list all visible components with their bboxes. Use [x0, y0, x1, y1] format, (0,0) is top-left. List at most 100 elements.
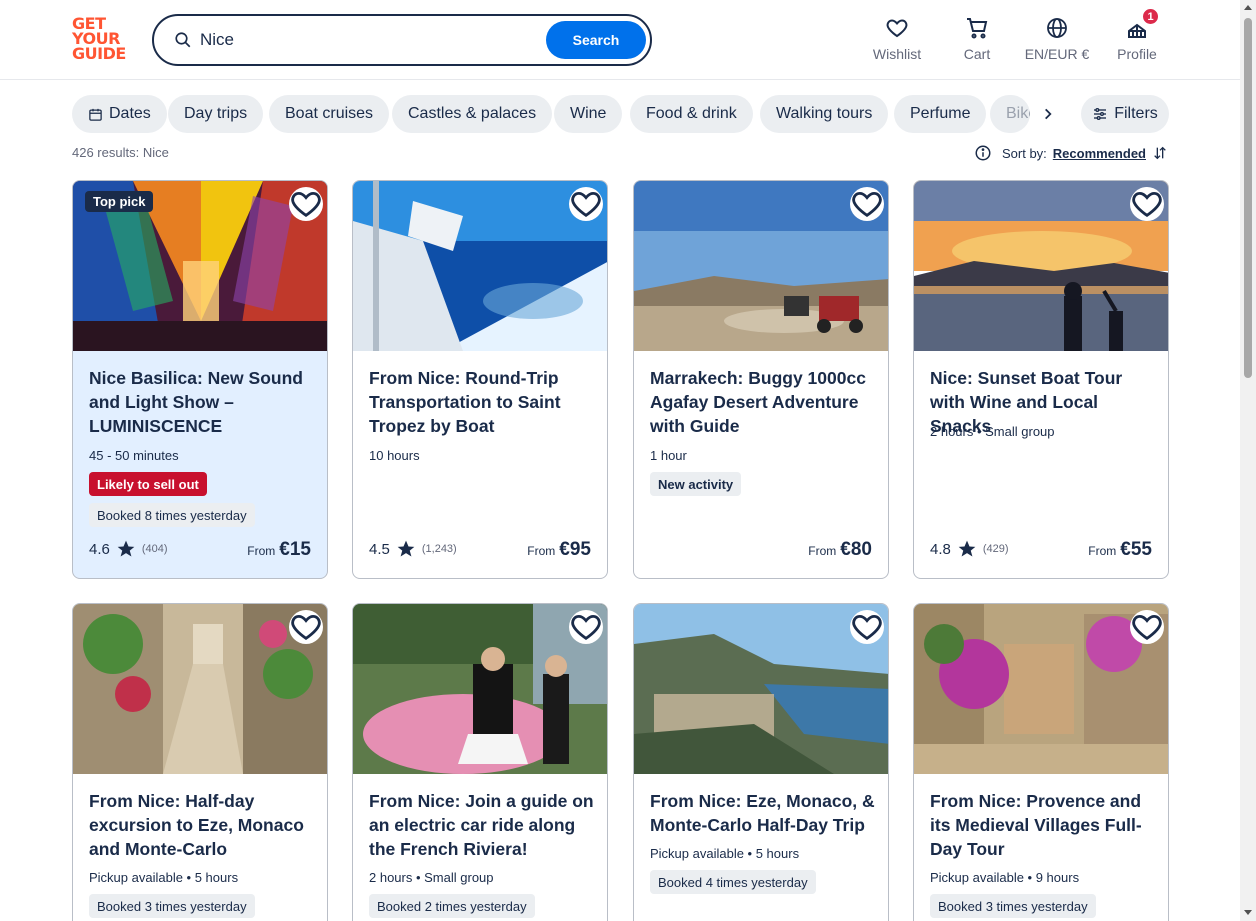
activity-title[interactable]: From Nice: Eze, Monaco, & Monte-Carlo Ha… — [650, 789, 876, 837]
activity-duration: 2 hours • Small group — [930, 424, 1055, 439]
chip-wine[interactable]: Wine — [554, 95, 623, 133]
booked-count-badge: Booked 4 times yesterday — [650, 870, 816, 894]
wishlist-button[interactable] — [850, 610, 884, 644]
activity-image-electric-car[interactable] — [353, 604, 607, 774]
calendar-icon — [89, 108, 102, 121]
chip-bike[interactable]: Bike — [990, 95, 1030, 133]
sliders-icon — [1094, 108, 1107, 120]
activity-title[interactable]: From Nice: Provence and its Medieval Vil… — [930, 789, 1156, 861]
price-value: €15 — [279, 539, 311, 560]
nav-profile[interactable]: Profile 1 — [1097, 7, 1177, 66]
chip-castles-palaces[interactable]: Castles & palaces — [392, 95, 553, 133]
nav-language-currency[interactable]: EN/EUR € — [1017, 16, 1097, 66]
activity-card[interactable]: Nice: Sunset Boat Tour with Wine and Loc… — [913, 180, 1169, 579]
activity-image-basilica[interactable]: Top pick — [73, 181, 327, 351]
filters-button[interactable]: Filters — [1081, 95, 1169, 133]
wishlist-button[interactable] — [1130, 610, 1164, 644]
nav-cart[interactable]: Cart — [937, 16, 1017, 66]
activity-title[interactable]: From Nice: Round-Trip Transportation to … — [369, 366, 595, 438]
nav-wishlist[interactable]: Wishlist — [857, 16, 937, 66]
chips-next-arrow[interactable] — [1033, 98, 1063, 130]
search-input[interactable] — [200, 28, 530, 52]
activity-title[interactable]: From Nice: Half-day excursion to Eze, Mo… — [89, 789, 315, 861]
booked-count-badge: Booked 3 times yesterday — [89, 894, 255, 918]
wishlist-button[interactable] — [569, 187, 603, 221]
sort-bar: Sort by: Recommended — [974, 144, 1168, 162]
top-pick-badge: Top pick — [85, 191, 154, 212]
logo-line-guide: GUIDE — [72, 44, 126, 63]
heart-icon — [1132, 614, 1162, 641]
activity-price: From €80 — [808, 539, 872, 561]
nav-profile-label: Profile — [1117, 46, 1157, 62]
activity-title[interactable]: Nice Basilica: New Sound and Light Show … — [89, 366, 315, 438]
activity-image-monaco-coast[interactable] — [634, 604, 888, 774]
scroll-down-arrow[interactable] — [1244, 910, 1252, 915]
activity-image-boat[interactable] — [353, 181, 607, 351]
activity-details: Pickup available • 5 hours — [650, 846, 800, 861]
activity-card[interactable]: From Nice: Round-Trip Transportation to … — [352, 180, 608, 579]
activity-details: Pickup available • 9 hours — [930, 870, 1080, 885]
price-from-label: From — [527, 544, 556, 558]
wishlist-button[interactable] — [289, 610, 323, 644]
activity-image-desert-buggy[interactable] — [634, 181, 888, 351]
activity-duration: 1 hour — [650, 448, 687, 463]
scroll-up-arrow[interactable] — [1244, 5, 1252, 10]
price-from-label: From — [808, 544, 837, 558]
activity-title[interactable]: From Nice: Join a guide on an electric c… — [369, 789, 595, 861]
activity-title[interactable]: Marrakech: Buggy 1000cc Agafay Desert Ad… — [650, 366, 876, 438]
activity-card[interactable]: From Nice: Eze, Monaco, & Monte-Carlo Ha… — [633, 603, 889, 921]
wishlist-button[interactable] — [569, 610, 603, 644]
activity-details: 2 hours • Small group — [369, 870, 494, 885]
info-icon[interactable] — [974, 144, 992, 162]
activity-card[interactable]: From Nice: Half-day excursion to Eze, Mo… — [72, 603, 328, 921]
getyourguide-logo[interactable]: GET YOUR GUIDE — [72, 16, 130, 64]
star-icon — [397, 540, 415, 557]
chip-day-trips[interactable]: Day trips — [168, 95, 264, 133]
activity-image-provence-village[interactable] — [914, 604, 1168, 774]
sort-dropdown[interactable]: Recommended — [1053, 146, 1146, 161]
activity-card[interactable]: From Nice: Provence and its Medieval Vil… — [913, 603, 1169, 921]
wishlist-button[interactable] — [850, 187, 884, 221]
activity-rating: 4.8 (429) — [930, 539, 1009, 559]
new-activity-badge: New activity — [650, 472, 742, 496]
activity-price: From €95 — [527, 539, 591, 561]
search-button[interactable]: Search — [546, 21, 646, 59]
activity-duration: 10 hours — [369, 448, 420, 463]
heart-icon — [571, 191, 601, 218]
search-bar: Search — [152, 14, 652, 66]
chip-dates[interactable]: Dates — [72, 95, 167, 133]
activity-rating: 4.5 (1,243) — [369, 539, 457, 559]
heart-icon — [571, 614, 601, 641]
booked-count-badge: Booked 2 times yesterday — [369, 894, 535, 918]
heart-icon — [852, 191, 882, 218]
heart-icon — [886, 19, 908, 38]
heart-icon — [291, 191, 321, 218]
activity-card[interactable]: Top pick Nice Basilica: New Sound and Li… — [72, 180, 328, 579]
nav-language-label: EN/EUR € — [1024, 46, 1090, 62]
chip-food-drink[interactable]: Food & drink — [630, 95, 753, 133]
activity-card[interactable]: Marrakech: Buggy 1000cc Agafay Desert Ad… — [633, 180, 889, 579]
price-from-label: From — [1088, 544, 1117, 558]
star-icon — [117, 540, 135, 557]
activity-image-sunset-boat[interactable] — [914, 181, 1168, 351]
chip-perfume[interactable]: Perfume — [894, 95, 987, 133]
heart-icon — [852, 614, 882, 641]
chip-boat-cruises[interactable]: Boat cruises — [269, 95, 390, 133]
price-value: €55 — [1120, 539, 1152, 560]
price-value: €95 — [559, 539, 591, 560]
scrollbar-thumb[interactable] — [1244, 18, 1252, 378]
filters-label: Filters — [1114, 105, 1158, 122]
activity-card[interactable]: From Nice: Join a guide on an electric c… — [352, 603, 608, 921]
page-scrollbar[interactable] — [1240, 0, 1256, 921]
star-icon — [958, 540, 976, 557]
chip-walking-tours[interactable]: Walking tours — [760, 95, 889, 133]
profile-notification-badge: 1 — [1141, 7, 1160, 26]
rating-value: 4.5 — [369, 540, 390, 558]
review-count: (1,243) — [421, 543, 457, 555]
cart-icon — [967, 18, 988, 39]
review-count: (404) — [141, 543, 168, 555]
wishlist-button[interactable] — [1130, 187, 1164, 221]
activity-image-eze-village[interactable] — [73, 604, 327, 774]
sort-order-icon[interactable] — [1152, 145, 1168, 161]
wishlist-button[interactable] — [289, 187, 323, 221]
